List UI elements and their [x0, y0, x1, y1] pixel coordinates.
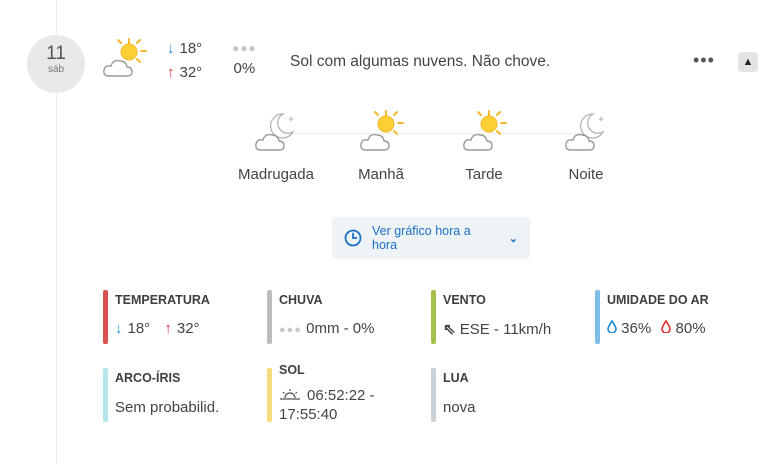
sunset-time: 17:55:40	[279, 406, 338, 423]
temp-max: 32°	[176, 320, 200, 337]
stat-bar	[595, 290, 600, 344]
stat-umidade: UMIDADE DO AR 36% 80%	[595, 290, 755, 344]
temp-min: 18°	[127, 320, 151, 337]
clock-icon	[344, 229, 362, 247]
temperature-range: ↓ 18° ↑ 32°	[167, 37, 202, 85]
stat-value: 36% 80%	[607, 319, 706, 337]
stat-title: CHUVA	[279, 293, 323, 307]
stat-value: ⇖ ESE - 11km/h	[443, 320, 551, 338]
date-day: 11	[46, 43, 66, 64]
rain-probability-value: 0%	[233, 60, 256, 77]
stat-bar	[431, 368, 436, 422]
stat-value: ↓ 18° ↑ 32°	[115, 320, 200, 337]
stat-bar	[103, 368, 108, 422]
stat-sol: SOL 06:52:22 - 17:55:40	[267, 363, 417, 423]
collapse-button[interactable]: ▲	[738, 52, 758, 72]
more-options-button[interactable]: •••	[693, 51, 715, 69]
stat-bar	[103, 290, 108, 344]
moon-cloud-icon	[565, 113, 605, 151]
period-label: Noite	[568, 166, 604, 183]
sun-cloud-icon	[360, 110, 404, 151]
stat-bar	[431, 290, 436, 344]
hourly-chart-label: Ver gráfico hora a hora	[372, 224, 471, 252]
stat-value: 06:52:22 -	[279, 387, 375, 404]
arrow-down-icon: ↓	[115, 320, 123, 337]
arrow-up-icon: ↑	[164, 320, 172, 337]
stat-arco-iris: ARCO-ÍRIS Sem probabilid.	[103, 368, 253, 422]
period-tarde: Tarde	[434, 108, 534, 183]
humidity-high-icon	[661, 319, 672, 334]
humidity-max: 80%	[675, 320, 706, 337]
stat-title: LUA	[443, 371, 469, 385]
sunrise-icon	[280, 389, 300, 400]
raindrops-icon: ●●●	[232, 41, 257, 55]
sunrise-time: 06:52:22 -	[307, 387, 375, 404]
rain-probability: ●●● 0%	[232, 40, 257, 77]
rain-amount: 0mm - 0%	[306, 320, 375, 337]
period-manha: Manhã	[331, 108, 431, 183]
period-label: Madrugada	[238, 166, 314, 183]
date-weekday: sáb	[47, 64, 65, 75]
stat-temperatura: TEMPERATURA ↓ 18° ↑ 32°	[103, 290, 253, 344]
stat-bar	[267, 290, 272, 344]
period-label: Tarde	[465, 166, 503, 183]
date-badge: 11 sáb	[27, 35, 85, 93]
temp-max: 32°	[179, 64, 203, 81]
stat-bar	[267, 368, 272, 422]
period-madrugada: Madrugada	[226, 108, 326, 183]
wind-value: ESE - 11km/h	[459, 321, 552, 338]
sun-cloud-icon	[463, 110, 507, 151]
moon-phase-value: nova	[443, 399, 476, 416]
hourly-chart-button[interactable]: Ver gráfico hora a hora ⌄	[332, 217, 530, 259]
period-noite: Noite	[536, 108, 636, 183]
arrow-down-icon: ↓	[167, 40, 175, 57]
raindrops-icon: ●●●	[279, 324, 302, 336]
period-label: Manhã	[358, 166, 404, 183]
humidity-low-icon	[607, 319, 617, 334]
stat-title: UMIDADE DO AR	[607, 293, 709, 307]
temp-min: 18°	[179, 40, 203, 57]
stat-lua: LUA nova	[431, 368, 581, 422]
chevron-down-icon: ⌄	[508, 232, 518, 245]
stat-title: TEMPERATURA	[115, 293, 210, 307]
stat-title: ARCO-ÍRIS	[115, 371, 181, 385]
stat-vento: VENTO ⇖ ESE - 11km/h	[431, 290, 581, 344]
stat-title: SOL	[279, 363, 305, 377]
sun-cloud-icon	[101, 36, 147, 82]
weather-description: Sol com algumas nuvens. Não chove.	[290, 53, 551, 70]
wind-direction-icon: ⇖	[443, 321, 456, 338]
arrow-up-icon: ↑	[167, 64, 175, 81]
moon-cloud-icon	[255, 113, 295, 151]
stat-chuva: CHUVA ●●● 0mm - 0%	[267, 290, 417, 344]
humidity-min: 36%	[621, 320, 652, 337]
stat-title: VENTO	[443, 293, 486, 307]
rainbow-value: Sem probabilid.	[115, 399, 220, 416]
stat-value: ●●● 0mm - 0%	[279, 320, 374, 337]
